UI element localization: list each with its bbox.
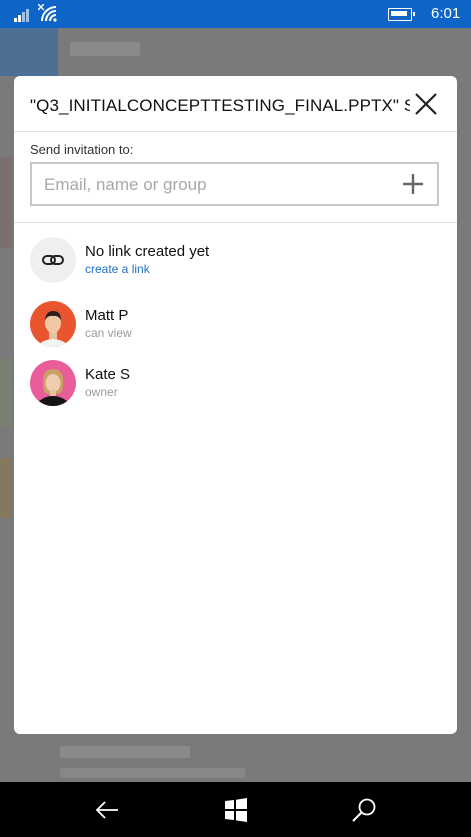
link-row[interactable]: No link created yet create a link (30, 237, 440, 285)
status-bar: 6:01 (0, 0, 471, 28)
person-row[interactable]: Kate S owner (30, 360, 440, 408)
wifi-icon (41, 6, 57, 22)
avatar (30, 301, 76, 347)
divider (14, 222, 457, 223)
background-header-block (0, 28, 58, 76)
create-link-button[interactable]: create a link (85, 262, 150, 276)
person-name: Kate S (85, 366, 131, 383)
link-icon (30, 237, 76, 283)
search-icon[interactable] (350, 796, 378, 824)
background-text (60, 768, 245, 778)
dialog-title: "Q3_INITIALCONCEPTTESTING_FINAL.PPTX" SE… (30, 96, 410, 115)
close-icon[interactable] (412, 90, 440, 118)
background-strip (0, 458, 12, 518)
person-name: Matt P (85, 307, 129, 324)
person-row[interactable]: Matt P can view (30, 301, 440, 349)
invite-field (30, 162, 439, 206)
navigation-bar (0, 782, 471, 837)
windows-icon[interactable] (222, 796, 250, 824)
link-status: No link created yet (85, 243, 210, 260)
background-text (70, 42, 140, 56)
plus-icon[interactable] (402, 173, 424, 195)
invite-input[interactable] (42, 164, 386, 206)
clock: 6:01 (431, 5, 461, 22)
avatar (30, 360, 76, 406)
divider (14, 131, 457, 132)
signal-icon (14, 9, 29, 22)
back-icon[interactable] (93, 796, 121, 824)
background-strip (0, 358, 12, 428)
invite-label: Send invitation to: (30, 142, 134, 157)
sharing-settings-dialog: "Q3_INITIALCONCEPTTESTING_FINAL.PPTX" SE… (14, 76, 457, 734)
background-text (60, 746, 190, 758)
background-strip (0, 158, 12, 248)
person-permission: can view (85, 326, 132, 340)
person-permission: owner (85, 385, 118, 399)
battery-icon (388, 8, 415, 21)
